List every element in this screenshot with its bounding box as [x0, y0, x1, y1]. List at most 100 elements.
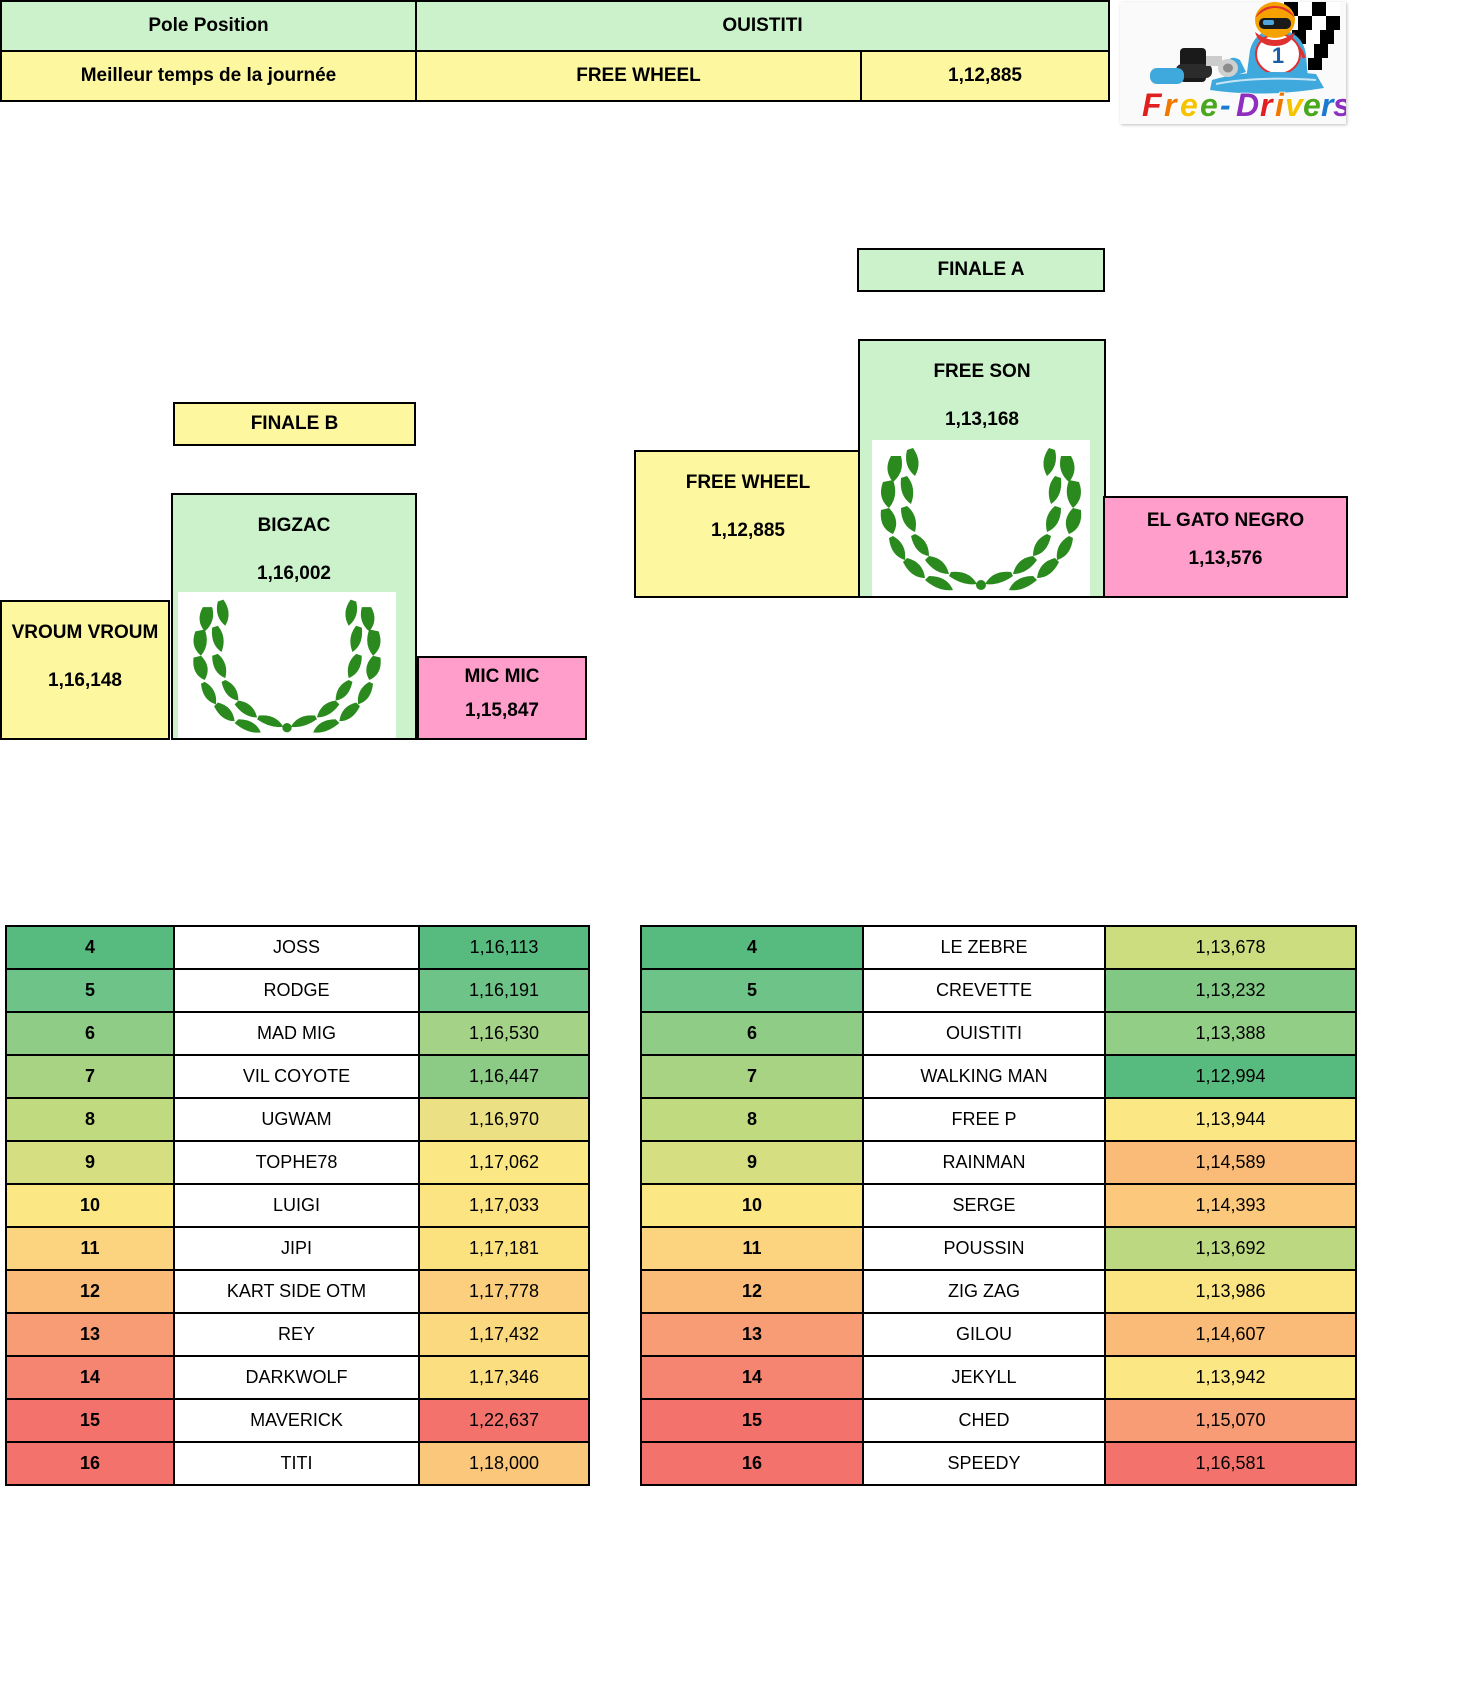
finale-b-rank-cell: 4	[5, 925, 175, 970]
free-drivers-logo: 1 F r e e - D r i v e r	[1120, 2, 1346, 124]
svg-text:i: i	[1275, 87, 1285, 123]
finale-b-time-cell: 1,16,447	[418, 1054, 590, 1099]
best-lap-label: Meilleur temps de la journée	[0, 50, 417, 102]
table-row: 10 LUIGI 1,17,033	[5, 1183, 590, 1228]
svg-text:r: r	[1164, 87, 1178, 123]
finale-b-results-table: 4 JOSS 1,16,113 5 RODGE 1,16,191 6 MAD MIG 1,16,…	[5, 925, 590, 1486]
kart-number-label: 1	[1272, 43, 1284, 68]
svg-text:e: e	[1200, 87, 1218, 123]
finale-a-rank-cell: 16	[640, 1441, 864, 1486]
finale-b-rank-cell: 8	[5, 1097, 175, 1142]
table-row: 16 TITI 1,18,000	[5, 1441, 590, 1486]
finale-b-third-time: 1,15,847	[465, 700, 539, 721]
table-row: 5 RODGE 1,16,191	[5, 968, 590, 1013]
finale-a-title-label: FINALE A	[937, 259, 1025, 280]
table-row: 7 VIL COYOTE 1,16,447	[5, 1054, 590, 1099]
finale-a-rank-cell: 4	[640, 925, 864, 970]
table-row: 4 JOSS 1,16,113	[5, 925, 590, 970]
best-lap-time: 1,12,885	[859, 50, 1111, 102]
finale-a-rank-cell: 12	[640, 1269, 864, 1314]
finale-b-time-cell: 1,16,191	[418, 968, 590, 1013]
table-row: 16 SPEEDY 1,16,581	[640, 1441, 1357, 1486]
finale-a-title: FINALE A	[857, 248, 1105, 292]
table-row: 11 POUSSIN 1,13,692	[640, 1226, 1357, 1271]
table-row: 12 ZIG ZAG 1,13,986	[640, 1269, 1357, 1314]
finale-b-time-cell: 1,16,113	[418, 925, 590, 970]
finale-a-time-cell: 1,15,070	[1104, 1398, 1357, 1443]
finale-a-rank-cell: 10	[640, 1183, 864, 1228]
svg-text:r: r	[1260, 87, 1274, 123]
finale-a-rank-cell: 8	[640, 1097, 864, 1142]
table-row: 9 RAINMAN 1,14,589	[640, 1140, 1357, 1185]
table-row: 12 KART SIDE OTM 1,17,778	[5, 1269, 590, 1314]
table-row: 6 OUISTITI 1,13,388	[640, 1011, 1357, 1056]
finale-a-time-cell: 1,13,986	[1104, 1269, 1357, 1314]
finale-a-first-time: 1,13,168	[945, 409, 1019, 430]
finale-b-time-cell: 1,17,778	[418, 1269, 590, 1314]
svg-text:e: e	[1180, 87, 1198, 123]
table-row: 14 JEKYLL 1,13,942	[640, 1355, 1357, 1400]
finale-a-third-time: 1,13,576	[1188, 548, 1263, 569]
finale-b-time-cell: 1,17,062	[418, 1140, 590, 1185]
svg-text:e: e	[1303, 87, 1321, 123]
table-row: 8 UGWAM 1,16,970	[5, 1097, 590, 1142]
finale-b-title-label: FINALE B	[250, 413, 339, 434]
finale-a-driver-cell: SPEEDY	[862, 1441, 1106, 1486]
finale-a-driver-cell: JEKYLL	[862, 1355, 1106, 1400]
finale-a-driver-cell: RAINMAN	[862, 1140, 1106, 1185]
finale-b-driver-cell: MAVERICK	[173, 1398, 420, 1443]
finale-a-results-table: 4 LE ZEBRE 1,13,678 5 CREVETTE 1,13,232 6 OUIST…	[640, 925, 1357, 1486]
finale-a-driver-cell: GILOU	[862, 1312, 1106, 1357]
finale-a-driver-cell: OUISTITI	[862, 1011, 1106, 1056]
finale-b-rank-cell: 16	[5, 1441, 175, 1486]
finale-b-second-time: 1,16,148	[48, 670, 122, 691]
finale-a-driver-cell: CHED	[862, 1398, 1106, 1443]
finale-a-time-cell: 1,13,692	[1104, 1226, 1357, 1271]
finale-b-time-cell: 1,17,033	[418, 1183, 590, 1228]
table-row: 6 MAD MIG 1,16,530	[5, 1011, 590, 1056]
finale-b-time-cell: 1,17,432	[418, 1312, 590, 1357]
finale-b-time-cell: 1,17,346	[418, 1355, 590, 1400]
finale-b-driver-cell: MAD MIG	[173, 1011, 420, 1056]
finale-b-third-place: MIC MIC 1,15,847	[417, 656, 587, 740]
finale-a-second-name: FREE WHEEL	[685, 472, 811, 493]
finale-b-driver-cell: UGWAM	[173, 1097, 420, 1142]
finale-b-driver-cell: DARKWOLF	[173, 1355, 420, 1400]
logo-wordmark: F r e e - D r i v e r s	[1141, 86, 1346, 124]
svg-text:F: F	[1142, 87, 1163, 123]
finale-a-rank-cell: 6	[640, 1011, 864, 1056]
finale-a-time-cell: 1,13,942	[1104, 1355, 1357, 1400]
table-row: 15 MAVERICK 1,22,637	[5, 1398, 590, 1443]
finale-b-rank-cell: 5	[5, 968, 175, 1013]
finale-b-driver-cell: JOSS	[173, 925, 420, 970]
finale-b-rank-cell: 13	[5, 1312, 175, 1357]
laurel-wreath-icon	[880, 448, 1082, 591]
finale-b-title: FINALE B	[173, 402, 416, 446]
finale-b-third-name: MIC MIC	[464, 666, 540, 687]
finale-b-driver-cell: REY	[173, 1312, 420, 1357]
finale-a-driver-cell: POUSSIN	[862, 1226, 1106, 1271]
table-row: 5 CREVETTE 1,13,232	[640, 968, 1357, 1013]
table-row: 4 LE ZEBRE 1,13,678	[640, 925, 1357, 970]
finale-a-rank-cell: 14	[640, 1355, 864, 1400]
finale-b-first-name: BIGZAC	[257, 515, 331, 536]
finale-b-rank-cell: 9	[5, 1140, 175, 1185]
finale-b-time-cell: 1,22,637	[418, 1398, 590, 1443]
finale-b-driver-cell: TOPHE78	[173, 1140, 420, 1185]
finale-a-time-cell: 1,14,393	[1104, 1183, 1357, 1228]
summary-row-best-lap: Meilleur temps de la journée FREE WHEEL …	[0, 50, 1111, 102]
finale-b-time-cell: 1,17,181	[418, 1226, 590, 1271]
table-row: 13 REY 1,17,432	[5, 1312, 590, 1357]
finale-a-rank-cell: 11	[640, 1226, 864, 1271]
finale-a-first-name: FREE SON	[933, 361, 1031, 382]
finale-a-driver-cell: LE ZEBRE	[862, 925, 1106, 970]
finale-b-driver-cell: JIPI	[173, 1226, 420, 1271]
table-row: 11 JIPI 1,17,181	[5, 1226, 590, 1271]
svg-text:v: v	[1285, 87, 1305, 123]
finale-b-rank-cell: 14	[5, 1355, 175, 1400]
finale-a-time-cell: 1,12,994	[1104, 1054, 1357, 1099]
finale-b-time-cell: 1,18,000	[418, 1441, 590, 1486]
finale-b-driver-cell: KART SIDE OTM	[173, 1269, 420, 1314]
kart-driver-icon: 1 F r e e - D r i v e r	[1120, 2, 1346, 124]
finale-b-driver-cell: RODGE	[173, 968, 420, 1013]
